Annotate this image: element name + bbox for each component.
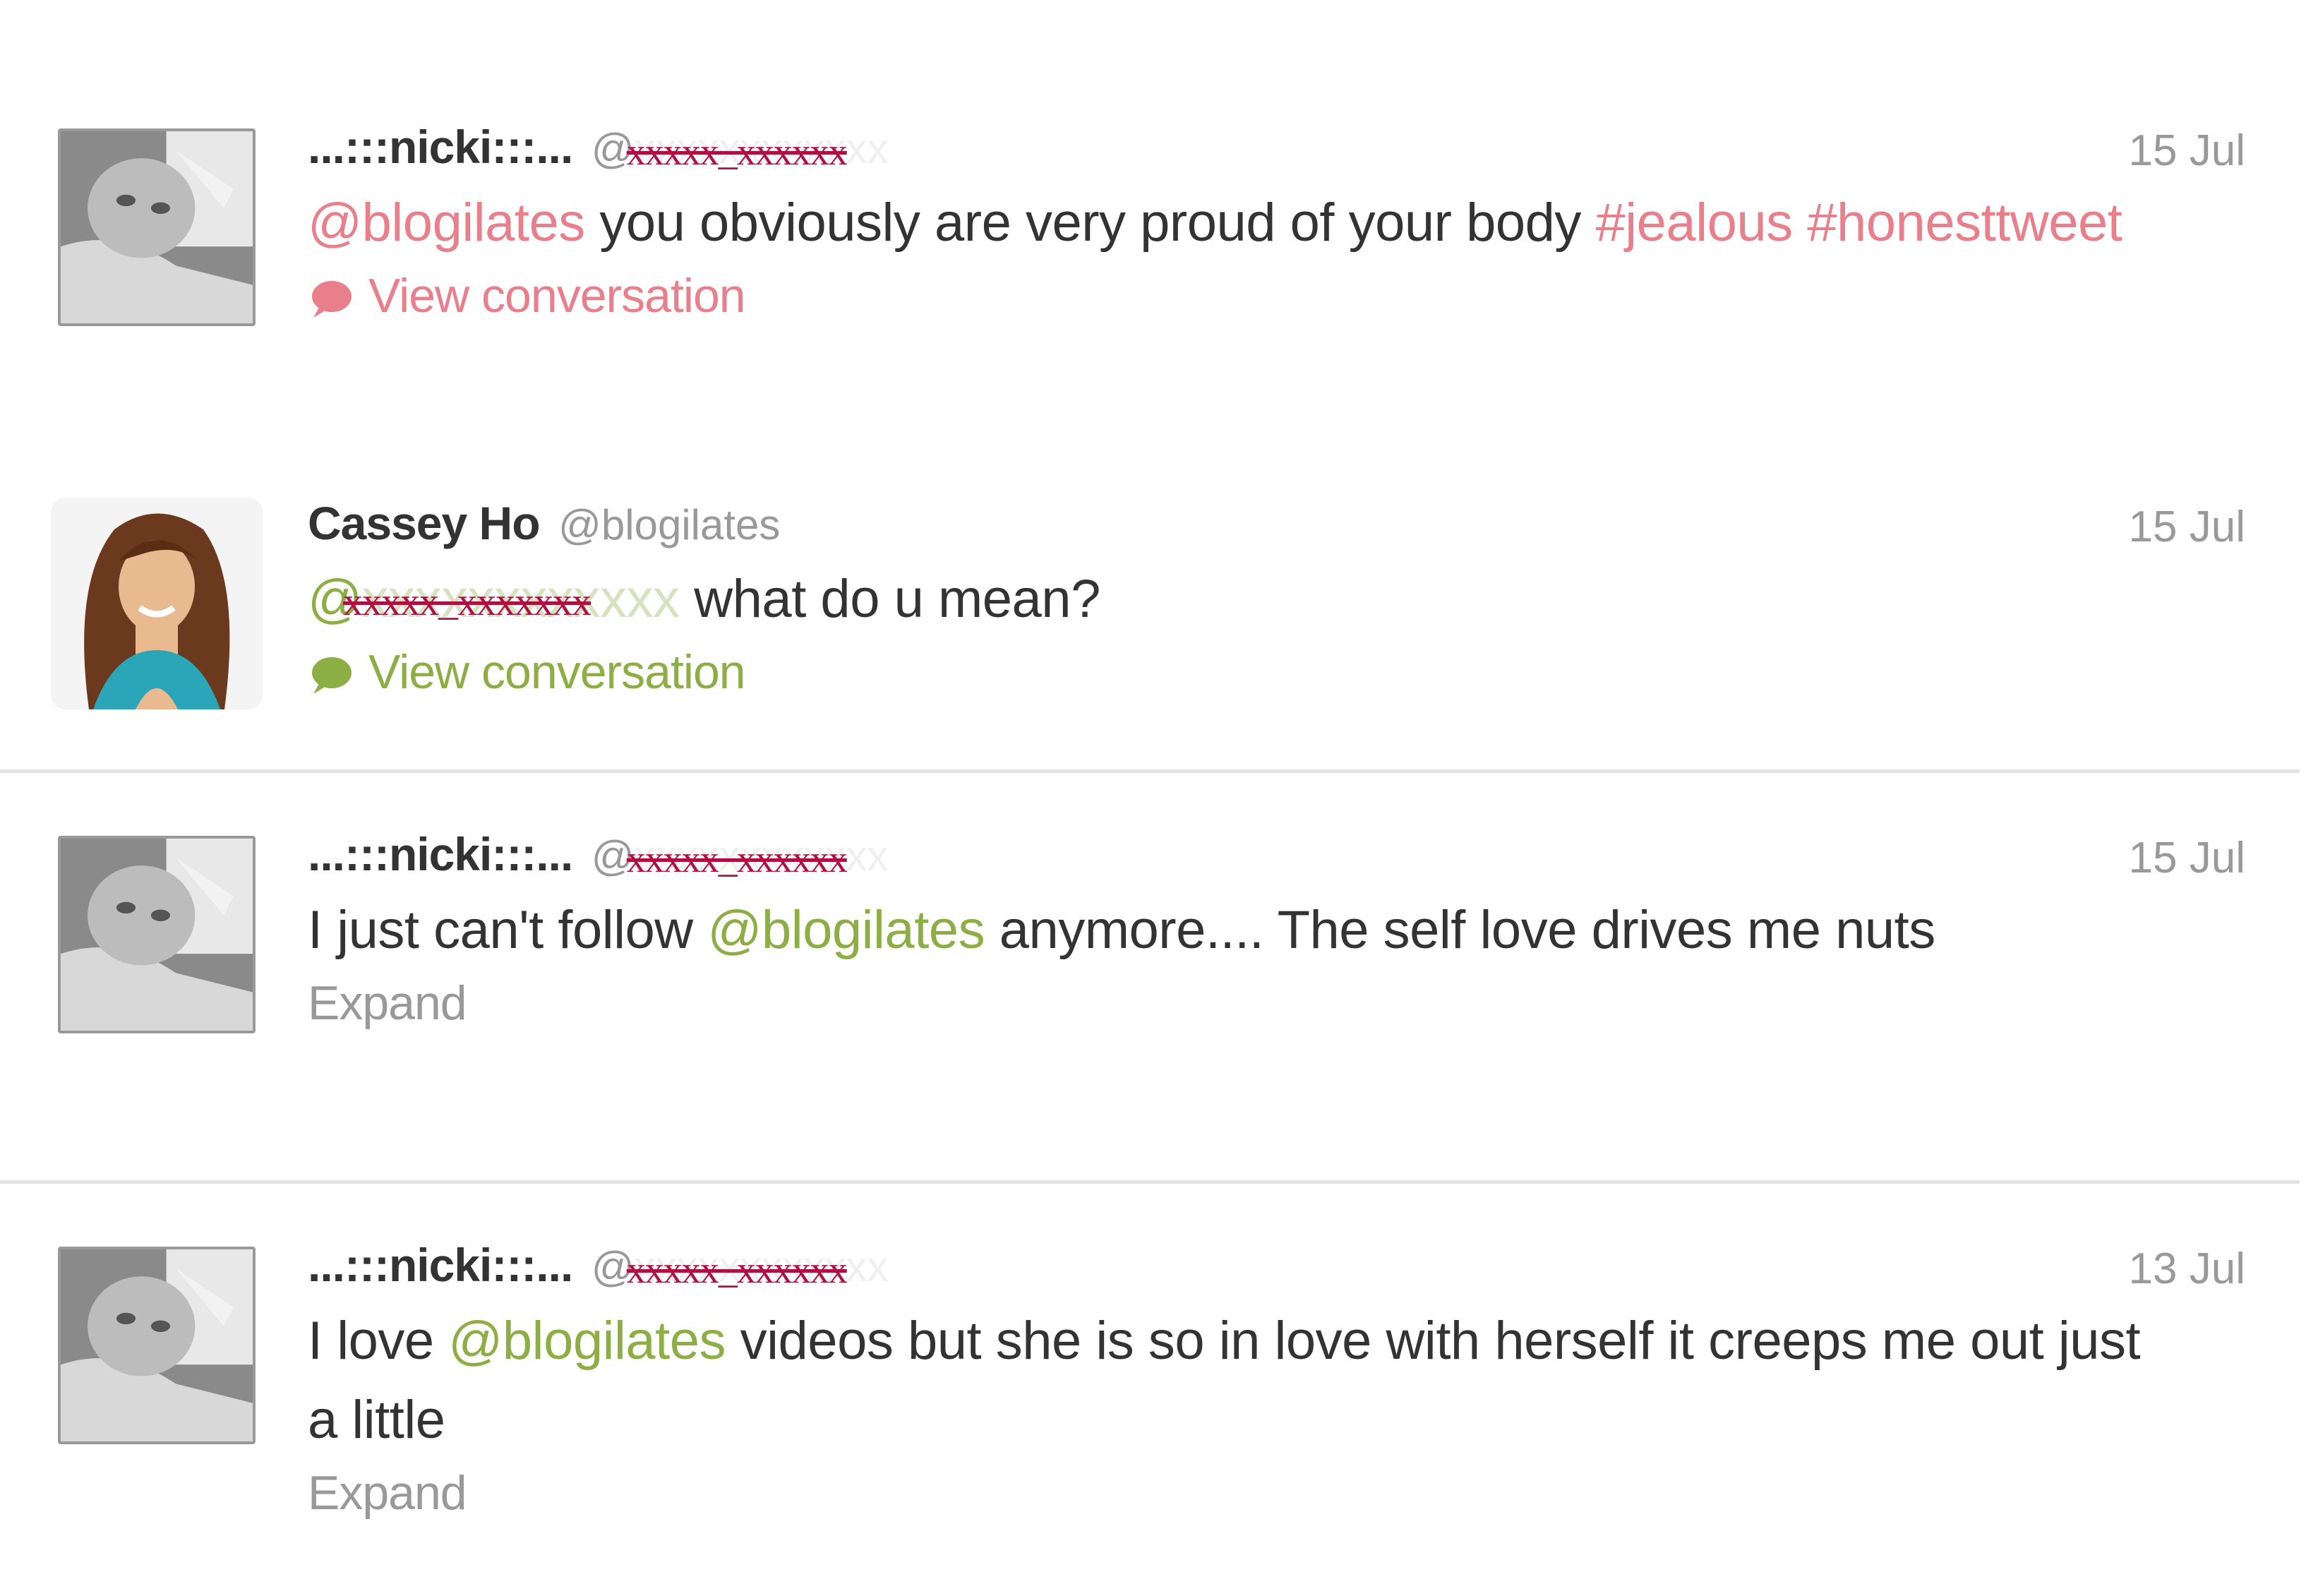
author-name[interactable]: ...:::nicki:::...: [308, 121, 573, 173]
tweet-text: I just can't follow @blogilates anymore.…: [308, 891, 2178, 970]
redaction-mark: xxxxx_xxxxxx: [626, 1249, 848, 1291]
divider: [0, 1180, 2300, 1184]
hashtag-link[interactable]: #jealous: [1596, 193, 1794, 253]
tweet-text-segment: anymore.... The self love drives me nuts: [985, 900, 1936, 960]
tweet-text-segment: I just can't follow: [308, 900, 708, 960]
view-conversation-link[interactable]: View conversation: [308, 644, 2306, 700]
tweet-text-segment: [1793, 193, 1808, 253]
timestamp[interactable]: 15 Jul: [2129, 502, 2245, 552]
speech-bubble-icon: [312, 281, 352, 318]
mention-link[interactable]: @blogilates: [448, 1311, 726, 1371]
speech-bubble-icon: [312, 657, 352, 695]
tweet-text: @xxxxxxxxxxxx xxxxx_xxxxxxx what do u mea…: [308, 560, 2178, 639]
tweet-text: @blogilates you obviously are very proud…: [308, 184, 2178, 263]
avatar[interactable]: [58, 836, 256, 1033]
mention-link[interactable]: @blogilates: [707, 900, 985, 960]
author-handle[interactable]: @xxxxxxxxxxxx xxxxx_xxxxxx: [591, 124, 889, 173]
mention-link[interactable]: @xxxxxxxxxxxx xxxxx_xxxxxxx: [308, 560, 680, 639]
redaction-mark: xxxxx_xxxxxx: [626, 838, 848, 880]
redaction-mark: xxxxx_xxxxxxx: [343, 580, 591, 624]
hashtag-link[interactable]: #honesttweet: [1807, 193, 2122, 253]
author-name[interactable]: ...:::nicki:::...: [308, 1239, 573, 1291]
author-handle[interactable]: @xxxxxxxxxxxx xxxxx_xxxxxx: [591, 832, 889, 880]
expand-link[interactable]: Expand: [308, 1465, 2306, 1520]
timestamp[interactable]: 15 Jul: [2129, 833, 2245, 883]
author-name[interactable]: Cassey Ho: [308, 497, 541, 549]
author-name[interactable]: ...:::nicki:::...: [308, 828, 573, 880]
tweet-text-segment: I love: [308, 1311, 449, 1371]
avatar[interactable]: [58, 128, 256, 326]
tweet-text-segment: you obviously are very proud of your bod…: [584, 193, 1596, 253]
author-handle[interactable]: @blogilates: [558, 500, 780, 549]
timestamp[interactable]: 13 Jul: [2129, 1244, 2245, 1294]
redaction-mark: xxxxx_xxxxxx: [626, 131, 848, 173]
tweet-text: I love @blogilates videos but she is so …: [308, 1302, 2178, 1460]
avatar[interactable]: [58, 1247, 256, 1444]
author-handle[interactable]: @xxxxxxxxxxxx xxxxx_xxxxxx: [591, 1242, 889, 1291]
expand-link[interactable]: Expand: [308, 976, 2306, 1031]
view-conversation-link[interactable]: View conversation: [308, 268, 2306, 323]
divider: [0, 769, 2300, 773]
timestamp[interactable]: 15 Jul: [2129, 126, 2245, 176]
mention-link[interactable]: @blogilates: [308, 193, 585, 253]
avatar[interactable]: [51, 498, 263, 709]
